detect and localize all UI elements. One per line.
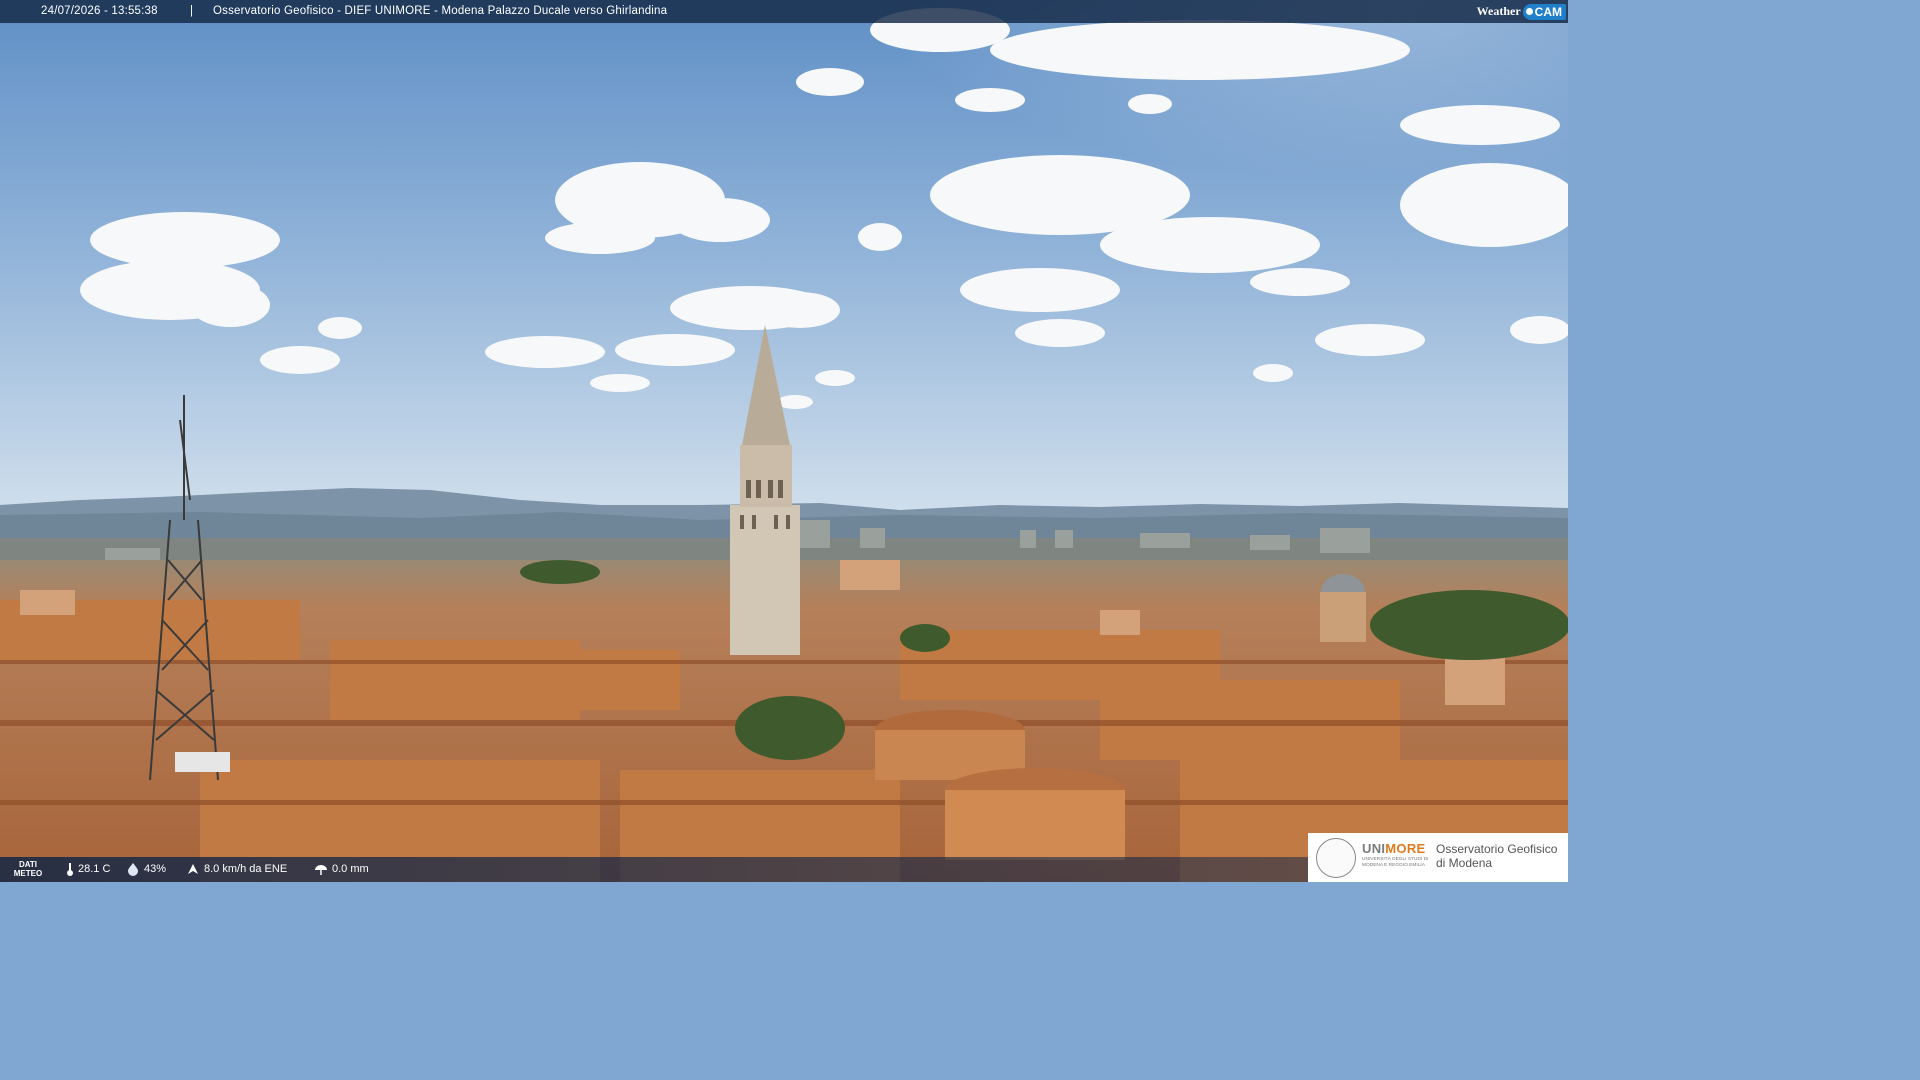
brand-weather: Weather [1476,4,1521,18]
location-title: Osservatorio Geofisico - DIEF UNIMORE - … [213,5,668,17]
meteo-label: DATI METEO [10,860,46,878]
webcam-frame: 24/07/2026 - 13:55:38 | Osservatorio Geo… [0,0,1568,882]
rain-value: 0.0 mm [332,863,369,875]
logo-subtitle: UNIVERSITÀ DEGLI STUDI DI MODENA E REGGI… [1362,857,1429,868]
logo-more: MORE [1385,841,1426,856]
meteo-label-line2: METEO [13,869,43,878]
thermometer-icon [67,863,73,876]
humidity-value: 43% [144,863,167,875]
temperature-value: 28.1 C [78,863,111,875]
wind-icon [188,864,198,874]
rain-icon [315,865,327,875]
top-overlay-bar: 24/07/2026 - 13:55:38 | Osservatorio Geo… [0,0,1568,23]
rain-reading: 0.0 mm [314,862,369,876]
wind-reading: 8.0 km/h da ENE [186,862,287,876]
timestamp: 24/07/2026 - 13:55:38 [41,5,158,17]
separator: | [190,5,194,17]
humidity-reading: 43% [126,862,166,876]
observatory-name: Osservatorio Geofisico di Modena [1436,842,1558,870]
humidity-icon [128,863,138,876]
weathercam-logo: Weather CAM [1477,0,1568,23]
wind-value: 8.0 km/h da ENE [204,863,288,875]
webcam-image [0,0,1568,882]
meteo-overlay-bar: DATI METEO 28.1 C 43% 8.0 km/h da ENE 0.… [0,857,1308,882]
brand-cam: CAM [1522,3,1566,20]
unimore-logo: UNIMORE UNIVERSITÀ DEGLI STUDI DI MODENA… [1308,833,1568,882]
logo-unimore: UNIMORE [1362,841,1426,856]
logo-uni: UNI [1362,841,1386,856]
temperature-reading: 28.1 C [66,862,110,876]
university-seal-icon [1316,838,1356,878]
meteo-label-line1: DATI [18,860,38,869]
